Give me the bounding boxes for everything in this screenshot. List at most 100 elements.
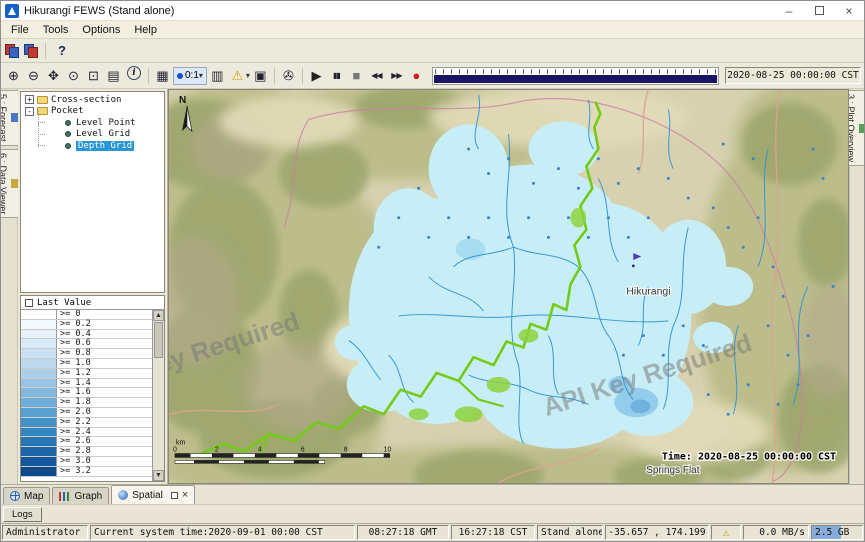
database-open-icon[interactable]	[4, 43, 19, 58]
town-label: Hikurangi	[626, 286, 670, 297]
tree-node-label: Depth Grid	[76, 141, 134, 151]
svg-text:N: N	[179, 95, 186, 106]
legend-label: >= 0.4	[57, 330, 91, 339]
tree-expander[interactable]: +	[25, 95, 34, 104]
legend-scrollbar[interactable]: ▲ ▼	[152, 310, 164, 481]
layer-panel: + Cross-section - Pocket Level Point	[18, 89, 168, 484]
maximize-button[interactable]	[804, 1, 834, 20]
legend-row: >= 3.2	[21, 467, 152, 477]
legend-swatch	[21, 447, 57, 456]
legend-label: >= 2.8	[57, 447, 91, 456]
tree-node-level-grid[interactable]: Level Grid	[21, 129, 164, 141]
grid-display-icon[interactable]: ▦	[153, 66, 172, 85]
locality-label: Springs Flat	[646, 465, 699, 476]
svg-text:6: 6	[301, 447, 305, 454]
legend-swatch	[21, 310, 57, 319]
map-canvas[interactable]: API Key Required API Key Required Hikura…	[168, 89, 849, 484]
legend-label: >= 1.0	[57, 359, 91, 368]
tab-spatial[interactable]: Spatial ×	[111, 485, 195, 504]
map-tool-zoom-in[interactable]: ⊕	[4, 66, 23, 85]
svg-text:4: 4	[258, 447, 262, 454]
chevron-down-icon: ▾	[199, 71, 203, 80]
playback-record[interactable]: ●	[407, 66, 426, 85]
close-button[interactable]: ×	[834, 1, 864, 20]
view-tab-bar: Map Graph Spatial ×	[1, 484, 864, 504]
legend-swatch	[21, 418, 57, 427]
scroll-up-icon[interactable]: ▲	[153, 310, 164, 321]
tree-node-depth-grid[interactable]: Depth Grid	[21, 140, 164, 152]
tree-node-level-point[interactable]: Level Point	[21, 117, 164, 129]
playback-step-forward[interactable]: ▶▶	[387, 66, 406, 85]
svg-text:km: km	[176, 440, 186, 447]
tree-node-cross-section[interactable]: + Cross-section	[21, 94, 164, 106]
minimize-button[interactable]: –	[774, 1, 804, 20]
profile-tool-icon[interactable]: ✇	[279, 66, 298, 85]
tab-graph[interactable]: Graph	[52, 487, 109, 504]
map-tool-zoom-previous[interactable]: ⊙	[64, 66, 83, 85]
legend-swatch	[21, 467, 57, 476]
legend-label: >= 3.2	[57, 467, 91, 476]
map-tool-zoom-box[interactable]: ⊡	[84, 66, 103, 85]
report-icon[interactable]: ▥	[208, 66, 227, 85]
status-segment-system-alert: ⚠	[711, 525, 741, 540]
playback-pause[interactable]: ▮▮	[327, 66, 346, 85]
tree-node-label: Pocket	[51, 106, 84, 116]
map-tool-pan[interactable]: ✥	[44, 66, 63, 85]
close-tab-icon[interactable]: ×	[182, 491, 188, 499]
playback-play[interactable]: ▶	[307, 66, 326, 85]
legend-swatch	[21, 457, 57, 466]
toolbar-separator	[45, 43, 46, 59]
legend-label: >= 1.2	[57, 369, 91, 378]
scrollbar-thumb[interactable]	[154, 322, 163, 358]
chevron-down-icon: ▾	[246, 71, 250, 80]
map-tool-info[interactable]: i	[127, 66, 141, 80]
title-bar: Hikurangi FEWS (Stand alone) – ×	[1, 1, 864, 21]
timeline-ticks	[435, 69, 716, 74]
menu-item[interactable]: File	[4, 23, 36, 37]
timeline-slider[interactable]	[432, 67, 719, 85]
tree-node-label: Level Grid	[76, 129, 130, 139]
legend-swatch	[21, 408, 57, 417]
warning-dropdown-icon[interactable]: ⚠	[228, 66, 247, 85]
logs-button[interactable]: Logs	[3, 507, 42, 522]
help-button[interactable]: ?	[53, 43, 71, 58]
legend-list: >= 0 >= 0.2 >= 0.4	[21, 310, 152, 481]
legend-swatch	[21, 379, 57, 388]
database-sync-icon[interactable]	[23, 43, 38, 58]
undock-icon[interactable]	[171, 492, 178, 499]
legend-swatch	[21, 330, 57, 339]
tree-node-icon	[37, 96, 48, 104]
status-segment-gmt-time: 08:27:18 GMT	[357, 525, 449, 540]
logs-bar: Logs	[1, 504, 864, 523]
legend-label: >= 2.4	[57, 428, 91, 437]
legend-label: >= 2.2	[57, 418, 91, 427]
scroll-down-icon[interactable]: ▼	[153, 470, 164, 481]
map-tool-zoom-out[interactable]: ⊖	[24, 66, 43, 85]
interval-dropdown[interactable]: 0:1 ▾	[173, 67, 207, 85]
legend-label: >= 2.0	[57, 408, 91, 417]
svg-text:2: 2	[215, 447, 219, 454]
tab-map[interactable]: Map	[3, 487, 50, 504]
window-title: Hikurangi FEWS (Stand alone)	[24, 5, 174, 17]
playback-step-backward[interactable]: ◀◀	[367, 66, 386, 85]
legend-swatch	[21, 339, 57, 348]
animation-display-icon[interactable]: ▣	[251, 66, 270, 85]
app-logo-icon	[5, 4, 19, 18]
menu-item[interactable]: Tools	[36, 23, 76, 37]
tree-node-pocket[interactable]: - Pocket	[21, 106, 164, 118]
playback-stop[interactable]: ■	[347, 66, 366, 85]
last-value-checkbox[interactable]	[25, 299, 33, 307]
svg-text:8: 8	[344, 447, 348, 454]
left-tab-strip: 5 : Forecast 6 : Data Viewer	[1, 89, 18, 484]
status-segment-memory: 2.5 GB	[811, 525, 863, 540]
legend-swatch	[21, 349, 57, 358]
menu-item[interactable]: Options	[75, 23, 127, 37]
toolbar-separator	[302, 68, 303, 84]
menu-item[interactable]: Help	[127, 23, 164, 37]
tree-expander[interactable]: -	[25, 107, 34, 116]
legend-swatch	[21, 388, 57, 397]
map-tool-layers[interactable]: ▤	[104, 66, 123, 85]
app-window: Hikurangi FEWS (Stand alone) – × FileToo…	[0, 0, 865, 542]
toolbar-separator	[274, 68, 275, 84]
last-value-label: Last Value	[37, 298, 91, 308]
